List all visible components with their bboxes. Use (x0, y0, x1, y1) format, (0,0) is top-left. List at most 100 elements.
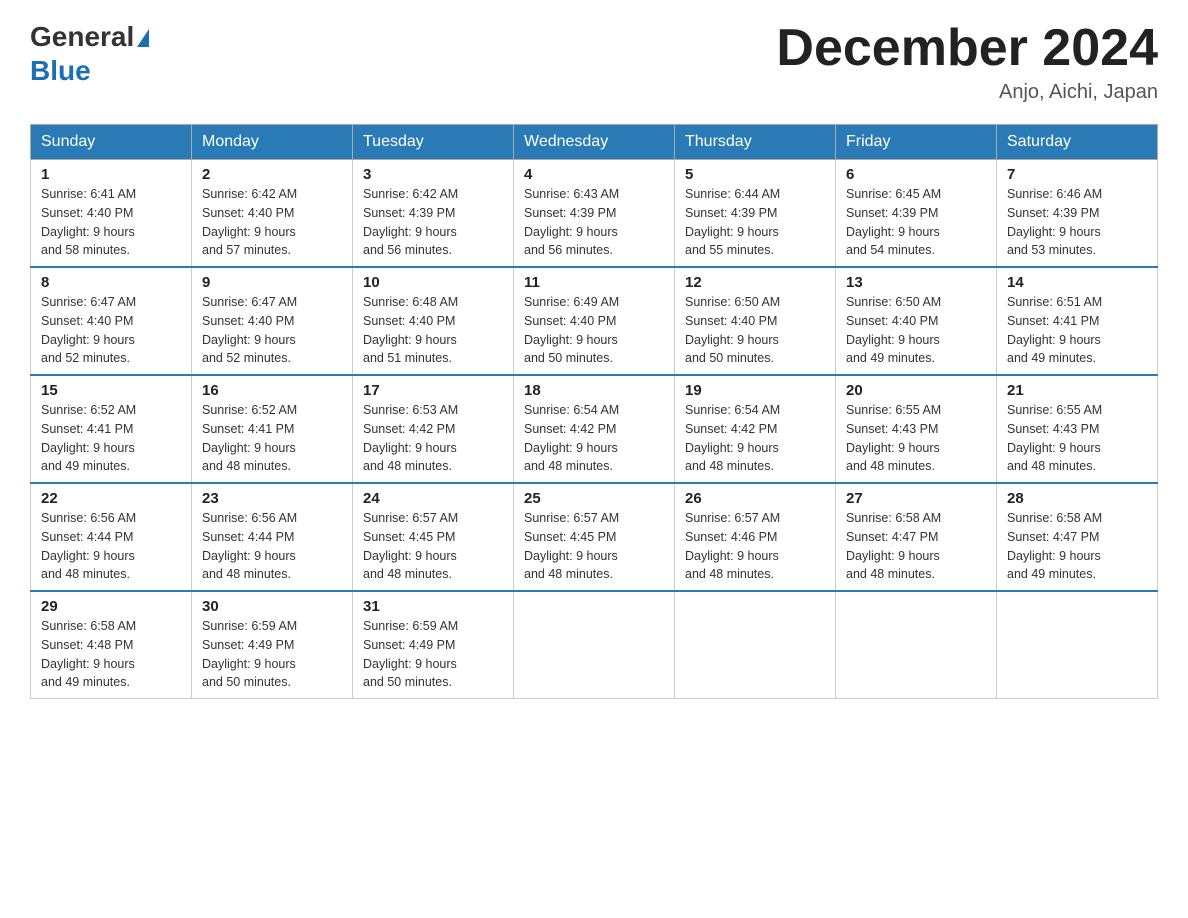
day-info: Sunrise: 6:50 AM Sunset: 4:40 PM Dayligh… (846, 293, 986, 368)
day-info: Sunrise: 6:43 AM Sunset: 4:39 PM Dayligh… (524, 185, 664, 260)
day-info: Sunrise: 6:56 AM Sunset: 4:44 PM Dayligh… (41, 509, 181, 584)
day-number: 6 (846, 166, 986, 183)
calendar-table: SundayMondayTuesdayWednesdayThursdayFrid… (30, 124, 1158, 699)
day-info: Sunrise: 6:54 AM Sunset: 4:42 PM Dayligh… (524, 401, 664, 476)
day-number: 22 (41, 490, 181, 507)
logo-triangle-icon (137, 29, 149, 47)
calendar-header-row: SundayMondayTuesdayWednesdayThursdayFrid… (31, 125, 1158, 160)
col-header-thursday: Thursday (675, 125, 836, 160)
day-number: 20 (846, 382, 986, 399)
day-info: Sunrise: 6:59 AM Sunset: 4:49 PM Dayligh… (363, 617, 503, 692)
day-number: 3 (363, 166, 503, 183)
day-info: Sunrise: 6:54 AM Sunset: 4:42 PM Dayligh… (685, 401, 825, 476)
day-number: 21 (1007, 382, 1147, 399)
day-number: 16 (202, 382, 342, 399)
day-number: 29 (41, 598, 181, 615)
calendar-week-row: 22 Sunrise: 6:56 AM Sunset: 4:44 PM Dayl… (31, 483, 1158, 591)
logo-general-text: General (30, 20, 149, 54)
day-number: 8 (41, 274, 181, 291)
calendar-cell: 9 Sunrise: 6:47 AM Sunset: 4:40 PM Dayli… (192, 267, 353, 375)
calendar-cell (514, 591, 675, 699)
calendar-week-row: 15 Sunrise: 6:52 AM Sunset: 4:41 PM Dayl… (31, 375, 1158, 483)
calendar-cell: 19 Sunrise: 6:54 AM Sunset: 4:42 PM Dayl… (675, 375, 836, 483)
calendar-cell: 14 Sunrise: 6:51 AM Sunset: 4:41 PM Dayl… (997, 267, 1158, 375)
day-info: Sunrise: 6:53 AM Sunset: 4:42 PM Dayligh… (363, 401, 503, 476)
title-area: December 2024 Anjo, Aichi, Japan (776, 20, 1158, 104)
day-info: Sunrise: 6:57 AM Sunset: 4:45 PM Dayligh… (363, 509, 503, 584)
calendar-cell: 13 Sunrise: 6:50 AM Sunset: 4:40 PM Dayl… (836, 267, 997, 375)
day-number: 11 (524, 274, 664, 291)
calendar-cell: 11 Sunrise: 6:49 AM Sunset: 4:40 PM Dayl… (514, 267, 675, 375)
day-info: Sunrise: 6:49 AM Sunset: 4:40 PM Dayligh… (524, 293, 664, 368)
calendar-cell: 3 Sunrise: 6:42 AM Sunset: 4:39 PM Dayli… (353, 160, 514, 268)
day-info: Sunrise: 6:58 AM Sunset: 4:47 PM Dayligh… (1007, 509, 1147, 584)
day-info: Sunrise: 6:46 AM Sunset: 4:39 PM Dayligh… (1007, 185, 1147, 260)
calendar-cell: 21 Sunrise: 6:55 AM Sunset: 4:43 PM Dayl… (997, 375, 1158, 483)
day-number: 14 (1007, 274, 1147, 291)
day-number: 1 (41, 166, 181, 183)
calendar-cell: 18 Sunrise: 6:54 AM Sunset: 4:42 PM Dayl… (514, 375, 675, 483)
day-number: 10 (363, 274, 503, 291)
calendar-cell: 8 Sunrise: 6:47 AM Sunset: 4:40 PM Dayli… (31, 267, 192, 375)
logo: General Blue (30, 20, 149, 87)
day-info: Sunrise: 6:51 AM Sunset: 4:41 PM Dayligh… (1007, 293, 1147, 368)
calendar-cell: 27 Sunrise: 6:58 AM Sunset: 4:47 PM Dayl… (836, 483, 997, 591)
calendar-cell: 1 Sunrise: 6:41 AM Sunset: 4:40 PM Dayli… (31, 160, 192, 268)
calendar-cell: 28 Sunrise: 6:58 AM Sunset: 4:47 PM Dayl… (997, 483, 1158, 591)
day-info: Sunrise: 6:47 AM Sunset: 4:40 PM Dayligh… (202, 293, 342, 368)
col-header-wednesday: Wednesday (514, 125, 675, 160)
calendar-cell: 6 Sunrise: 6:45 AM Sunset: 4:39 PM Dayli… (836, 160, 997, 268)
day-number: 25 (524, 490, 664, 507)
calendar-cell: 4 Sunrise: 6:43 AM Sunset: 4:39 PM Dayli… (514, 160, 675, 268)
day-number: 2 (202, 166, 342, 183)
logo-blue-text: Blue (30, 54, 149, 88)
calendar-cell (675, 591, 836, 699)
calendar-cell: 2 Sunrise: 6:42 AM Sunset: 4:40 PM Dayli… (192, 160, 353, 268)
day-number: 4 (524, 166, 664, 183)
calendar-cell: 30 Sunrise: 6:59 AM Sunset: 4:49 PM Dayl… (192, 591, 353, 699)
day-info: Sunrise: 6:59 AM Sunset: 4:49 PM Dayligh… (202, 617, 342, 692)
calendar-cell: 7 Sunrise: 6:46 AM Sunset: 4:39 PM Dayli… (997, 160, 1158, 268)
day-info: Sunrise: 6:55 AM Sunset: 4:43 PM Dayligh… (1007, 401, 1147, 476)
day-number: 15 (41, 382, 181, 399)
page-header: General Blue December 2024 Anjo, Aichi, … (30, 20, 1158, 104)
calendar-cell: 29 Sunrise: 6:58 AM Sunset: 4:48 PM Dayl… (31, 591, 192, 699)
day-number: 9 (202, 274, 342, 291)
col-header-sunday: Sunday (31, 125, 192, 160)
col-header-tuesday: Tuesday (353, 125, 514, 160)
calendar-cell: 26 Sunrise: 6:57 AM Sunset: 4:46 PM Dayl… (675, 483, 836, 591)
calendar-cell (836, 591, 997, 699)
day-number: 23 (202, 490, 342, 507)
month-title: December 2024 (776, 20, 1158, 77)
calendar-week-row: 1 Sunrise: 6:41 AM Sunset: 4:40 PM Dayli… (31, 160, 1158, 268)
col-header-saturday: Saturday (997, 125, 1158, 160)
day-number: 27 (846, 490, 986, 507)
calendar-cell: 22 Sunrise: 6:56 AM Sunset: 4:44 PM Dayl… (31, 483, 192, 591)
day-info: Sunrise: 6:50 AM Sunset: 4:40 PM Dayligh… (685, 293, 825, 368)
calendar-cell: 10 Sunrise: 6:48 AM Sunset: 4:40 PM Dayl… (353, 267, 514, 375)
calendar-cell (997, 591, 1158, 699)
calendar-week-row: 8 Sunrise: 6:47 AM Sunset: 4:40 PM Dayli… (31, 267, 1158, 375)
calendar-cell: 17 Sunrise: 6:53 AM Sunset: 4:42 PM Dayl… (353, 375, 514, 483)
day-info: Sunrise: 6:45 AM Sunset: 4:39 PM Dayligh… (846, 185, 986, 260)
calendar-week-row: 29 Sunrise: 6:58 AM Sunset: 4:48 PM Dayl… (31, 591, 1158, 699)
day-info: Sunrise: 6:44 AM Sunset: 4:39 PM Dayligh… (685, 185, 825, 260)
day-info: Sunrise: 6:55 AM Sunset: 4:43 PM Dayligh… (846, 401, 986, 476)
calendar-cell: 12 Sunrise: 6:50 AM Sunset: 4:40 PM Dayl… (675, 267, 836, 375)
location-title: Anjo, Aichi, Japan (776, 81, 1158, 104)
calendar-cell: 16 Sunrise: 6:52 AM Sunset: 4:41 PM Dayl… (192, 375, 353, 483)
day-number: 7 (1007, 166, 1147, 183)
day-info: Sunrise: 6:56 AM Sunset: 4:44 PM Dayligh… (202, 509, 342, 584)
calendar-cell: 23 Sunrise: 6:56 AM Sunset: 4:44 PM Dayl… (192, 483, 353, 591)
col-header-monday: Monday (192, 125, 353, 160)
day-info: Sunrise: 6:47 AM Sunset: 4:40 PM Dayligh… (41, 293, 181, 368)
calendar-cell: 15 Sunrise: 6:52 AM Sunset: 4:41 PM Dayl… (31, 375, 192, 483)
day-number: 5 (685, 166, 825, 183)
day-number: 26 (685, 490, 825, 507)
day-number: 18 (524, 382, 664, 399)
calendar-cell: 20 Sunrise: 6:55 AM Sunset: 4:43 PM Dayl… (836, 375, 997, 483)
calendar-cell: 5 Sunrise: 6:44 AM Sunset: 4:39 PM Dayli… (675, 160, 836, 268)
day-number: 17 (363, 382, 503, 399)
day-number: 31 (363, 598, 503, 615)
day-info: Sunrise: 6:52 AM Sunset: 4:41 PM Dayligh… (41, 401, 181, 476)
